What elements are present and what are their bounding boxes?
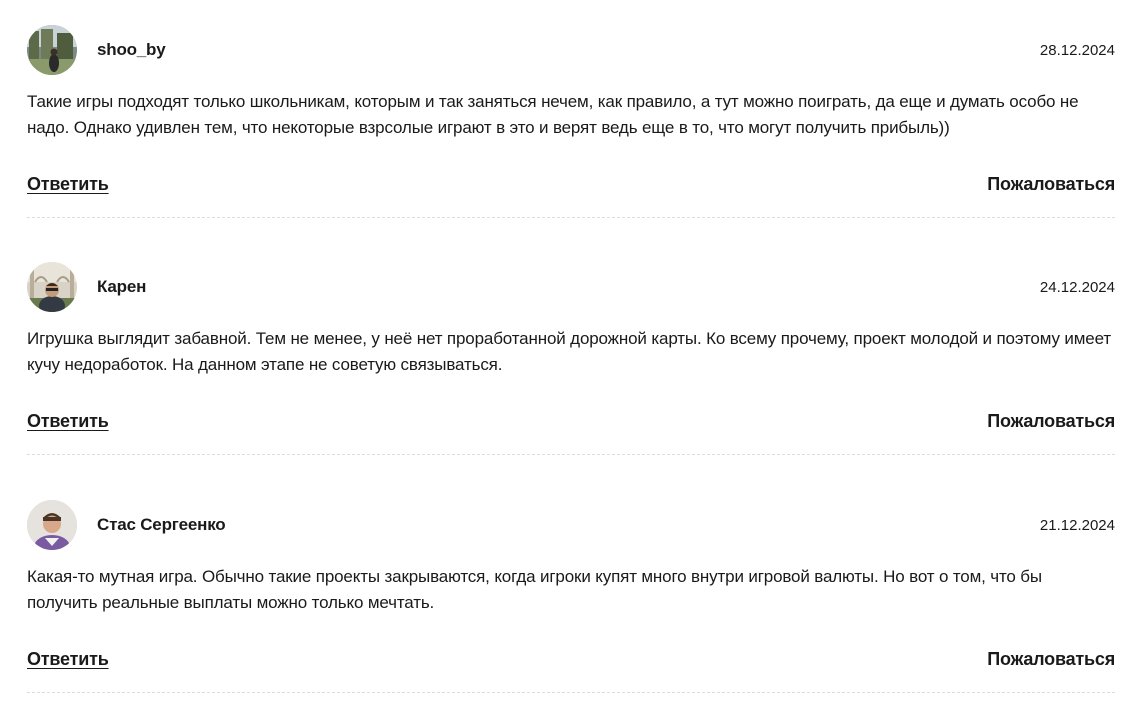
comment-header: shoo_by 28.12.2024: [27, 25, 1115, 75]
avatar: [27, 262, 77, 312]
comment-author: Карен: [97, 277, 147, 296]
avatar: [27, 25, 77, 75]
report-link[interactable]: Пожаловаться: [987, 649, 1115, 670]
avatar-photo-icon: [27, 25, 77, 75]
avatar-photo-icon: [27, 262, 77, 312]
comment-date: 28.12.2024: [1039, 42, 1115, 59]
comment-actions: Ответить Пожаловаться: [27, 649, 1115, 675]
comment-author: shoo_by: [97, 40, 166, 59]
avatar-photo-icon: [27, 500, 77, 550]
comment-actions: Ответить Пожаловаться: [27, 174, 1115, 200]
avatar: [27, 500, 77, 550]
comment-header: Карен 24.12.2024: [27, 262, 1115, 312]
comment-text: Игрушка выглядит забавной. Тем не менее,…: [27, 329, 1111, 374]
reply-link[interactable]: Ответить: [27, 411, 109, 432]
reply-link[interactable]: Ответить: [27, 174, 109, 195]
comment-actions: Ответить Пожаловаться: [27, 411, 1115, 437]
comment-header: Стас Сергеенко 21.12.2024: [27, 500, 1115, 550]
reply-link[interactable]: Ответить: [27, 649, 109, 670]
comment-date: 24.12.2024: [1039, 279, 1115, 296]
comments-list: shoo_by 28.12.2024 Такие игры подходят т…: [0, 0, 1137, 706]
comment-author: Стас Сергеенко: [97, 515, 226, 534]
comment-text: Такие игры подходят только школьникам, к…: [27, 92, 1079, 137]
comment-item: Стас Сергеенко 21.12.2024 Какая-то мутна…: [27, 475, 1115, 693]
comment-item: Карен 24.12.2024 Игрушка выглядит забавн…: [27, 237, 1115, 455]
comment-text: Какая-то мутная игра. Обычно такие проек…: [27, 567, 1042, 612]
report-link[interactable]: Пожаловаться: [987, 411, 1115, 432]
comment-divider: [27, 217, 1115, 218]
comment-date: 21.12.2024: [1039, 517, 1115, 534]
comment-divider: [27, 692, 1115, 693]
comment-divider: [27, 454, 1115, 455]
comment-item: shoo_by 28.12.2024 Такие игры подходят т…: [27, 0, 1115, 218]
report-link[interactable]: Пожаловаться: [987, 174, 1115, 195]
